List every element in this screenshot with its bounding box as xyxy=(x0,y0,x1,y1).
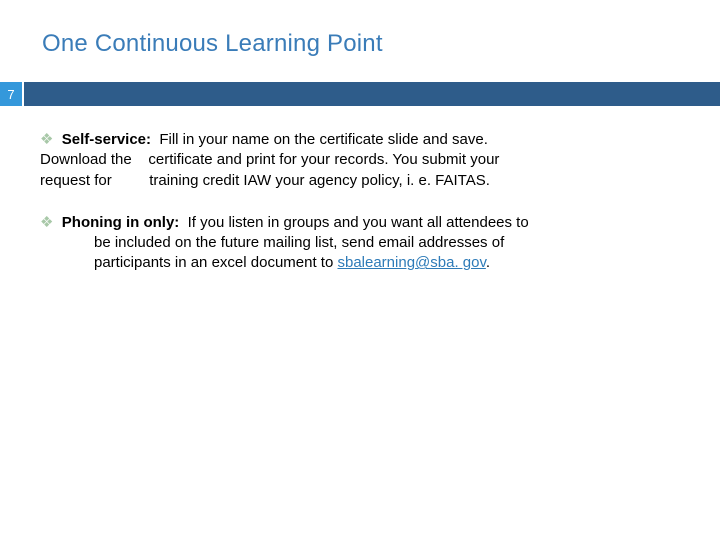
email-link[interactable]: sbalearning@sba. gov xyxy=(337,254,485,271)
bullet-text: . xyxy=(486,254,490,271)
bullet-text: If you listen in groups and you want all… xyxy=(188,214,529,231)
bullet-text: participants in an excel document to xyxy=(94,254,337,271)
header-bar-fill xyxy=(22,82,720,106)
bullet-text: Download the certificate and print for y… xyxy=(40,150,680,170)
header-bar: 7 xyxy=(0,82,720,106)
content-area: ❖ Self-service: Fill in your name on the… xyxy=(0,106,720,274)
diamond-bullet-icon: ❖ xyxy=(40,213,53,233)
bullet-text: request for training credit IAW your age… xyxy=(40,171,680,191)
bullet-item: ❖ Phoning in only: If you listen in grou… xyxy=(40,213,680,274)
bullet-text: be included on the future mailing list, … xyxy=(94,233,680,253)
diamond-bullet-icon: ❖ xyxy=(40,130,53,150)
slide-title: One Continuous Learning Point xyxy=(0,0,720,58)
page-number: 7 xyxy=(0,82,22,106)
bullet-item: ❖ Self-service: Fill in your name on the… xyxy=(40,130,680,191)
bullet-heading: Self-service: xyxy=(62,131,151,148)
bullet-heading: Phoning in only: xyxy=(62,214,179,231)
bullet-text: Fill in your name on the certificate sli… xyxy=(159,131,488,148)
